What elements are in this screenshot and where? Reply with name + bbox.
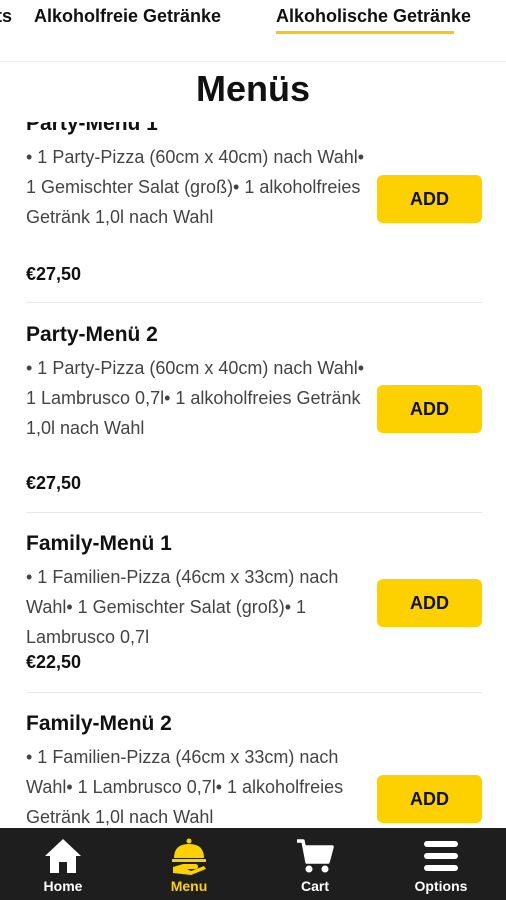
- menu-item: Family-Menü 2 • 1 Familien-Pizza (46cm x…: [0, 693, 506, 828]
- nav-menu[interactable]: Menu: [126, 828, 252, 900]
- nav-home[interactable]: Home: [0, 828, 126, 900]
- tab-alkoholische-getraenke[interactable]: Alkoholische Getränke: [276, 6, 471, 27]
- home-icon: [45, 839, 81, 873]
- page-title: Menüs: [195, 68, 310, 109]
- nav-label: Options: [414, 878, 468, 894]
- item-description: • 1 Party-Pizza (60cm x 40cm) nach Wahl•…: [26, 358, 365, 438]
- menu-item: Party-Menü 2 • 1 Party-Pizza (60cm x 40c…: [0, 303, 506, 513]
- tab-partial[interactable]: ts: [0, 6, 12, 27]
- menu-cloche-icon: [172, 838, 206, 875]
- item-name: Party-Menü 2: [26, 323, 158, 346]
- nav-cart[interactable]: Cart: [252, 828, 378, 900]
- item-price: €27,50: [26, 264, 82, 284]
- options-icon: [424, 841, 458, 871]
- item-description: • 1 Party-Pizza (60cm x 40cm) nach Wahl•…: [26, 147, 365, 227]
- add-button[interactable]: ADD: [377, 175, 482, 223]
- item-price: €27,50: [26, 473, 82, 493]
- bottom-navigation: Home Menu Cart Options: [0, 828, 506, 900]
- nav-label: Cart: [300, 878, 329, 894]
- menu-item: Party-Menü 1 • 1 Party-Pizza (60cm x 40c…: [0, 122, 506, 302]
- menu-item: Family-Menü 1 • 1 Familien-Pizza (46cm x…: [0, 513, 506, 693]
- item-description: • 1 Familien-Pizza (46cm x 33cm) nach Wa…: [26, 747, 344, 827]
- item-name: Party-Menü 1: [26, 122, 158, 135]
- add-button[interactable]: ADD: [377, 385, 482, 433]
- category-tabs: ts Alkoholfreie Getränke Alkoholische Ge…: [0, 0, 506, 40]
- nav-label: Menu: [170, 878, 208, 894]
- tab-alkoholfreie-getraenke[interactable]: Alkoholfreie Getränke: [34, 6, 221, 27]
- cart-icon: [297, 839, 334, 873]
- item-name: Family-Menü 2: [26, 712, 172, 735]
- active-tab-indicator: [276, 31, 454, 34]
- tabs-divider: [0, 61, 506, 62]
- item-name: Family-Menü 1: [26, 532, 172, 555]
- nav-label: Home: [43, 878, 83, 894]
- nav-options[interactable]: Options: [378, 828, 504, 900]
- menu-list[interactable]: Party-Menü 1 • 1 Party-Pizza (60cm x 40c…: [0, 122, 506, 828]
- add-button[interactable]: ADD: [377, 579, 482, 627]
- item-description: • 1 Familien-Pizza (46cm x 33cm) nach Wa…: [26, 567, 339, 647]
- add-button[interactable]: ADD: [377, 775, 482, 823]
- item-price: €22,50: [26, 652, 82, 672]
